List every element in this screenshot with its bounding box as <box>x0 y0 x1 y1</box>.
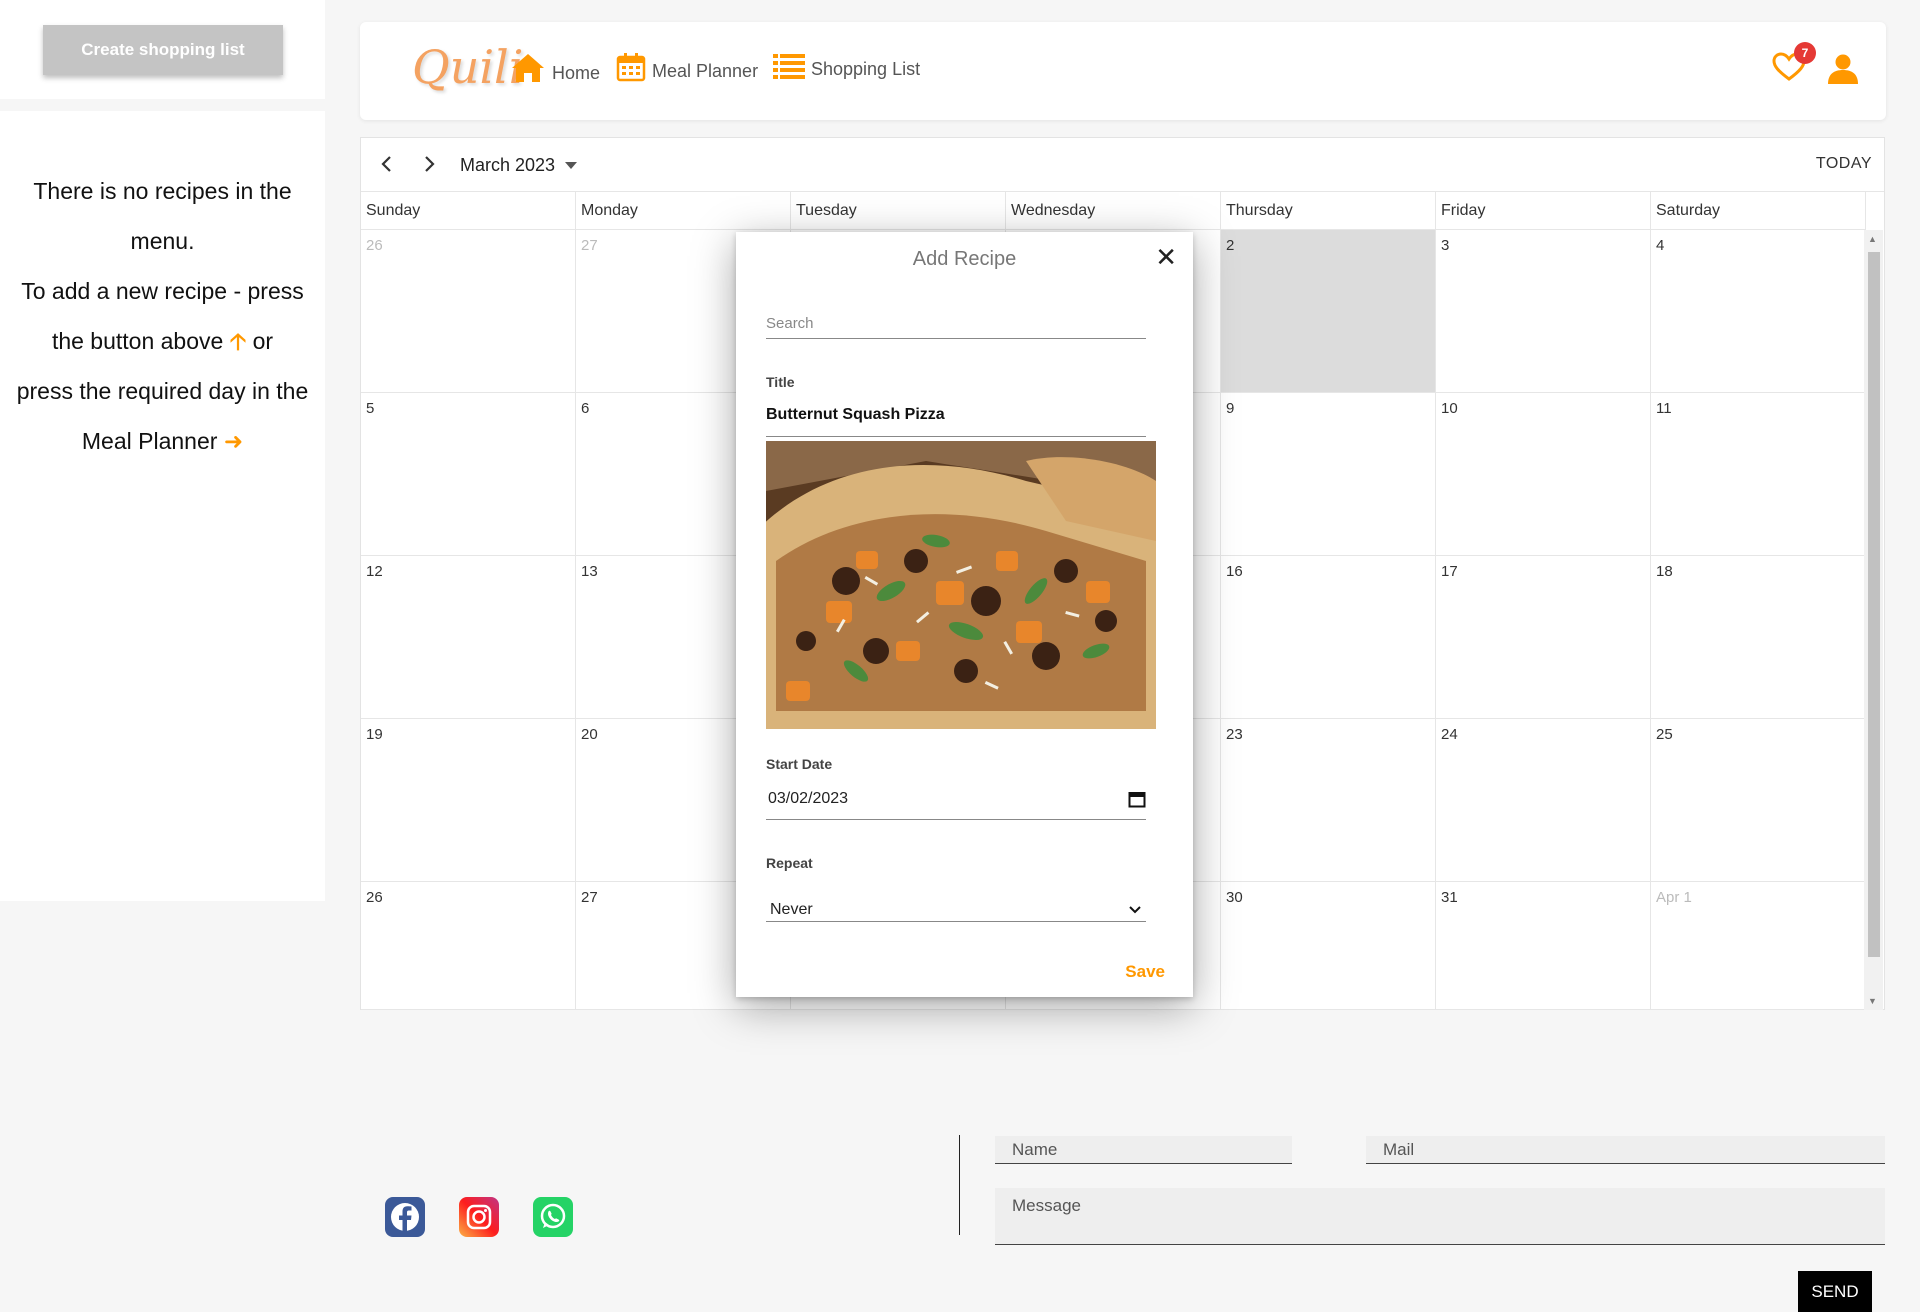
calendar-day-cell[interactable]: 31 <box>1436 882 1651 1010</box>
calendar-day-cell[interactable]: 19 <box>361 719 576 882</box>
weekday-label: Sunday <box>361 192 576 229</box>
message-text: the button above <box>51 328 224 354</box>
sidebar-top: Create shopping list <box>0 0 325 99</box>
message-text: Meal Planner <box>81 428 218 454</box>
dialog-title: Add Recipe <box>912 248 1017 270</box>
favorites-count-badge: 7 <box>1794 42 1816 64</box>
calendar-day-cell[interactable]: 5 <box>361 393 576 556</box>
empty-menu-message: There is no recipes in the menu. To add … <box>10 166 315 466</box>
weekday-label: Saturday <box>1651 192 1866 229</box>
title-label: Title <box>766 374 795 390</box>
instagram-glyph <box>466 1204 492 1230</box>
calendar-day-cell[interactable]: 24 <box>1436 719 1651 882</box>
calendar-day-cell[interactable]: 26 <box>361 882 576 1010</box>
calendar-day-cell-selected[interactable]: 2 <box>1221 230 1436 393</box>
nav-shopping-list-label: Shopping List <box>811 59 921 79</box>
month-selector[interactable]: March 2023 <box>460 155 578 176</box>
repeat-select[interactable]: Never <box>766 898 1146 922</box>
name-input[interactable]: Name <box>995 1136 1292 1164</box>
whatsapp-glyph <box>540 1203 566 1229</box>
weekday-label: Tuesday <box>791 192 1006 229</box>
scroll-up-icon[interactable]: ▲ <box>1868 234 1877 244</box>
calendar-day-cell[interactable]: 16 <box>1221 556 1436 719</box>
calendar-scrollbar[interactable]: ▲ ▼ <box>1864 230 1883 1010</box>
send-button[interactable]: SEND <box>1798 1271 1872 1312</box>
previous-month-button[interactable] <box>375 152 399 176</box>
pizza-image-graphic <box>766 441 1156 729</box>
message-textarea[interactable]: Message <box>995 1188 1885 1245</box>
calendar-day-cell[interactable]: 26 <box>361 230 576 393</box>
create-shopping-list-button[interactable]: Create shopping list <box>43 25 283 75</box>
message-line: Meal Planner ➜ <box>10 416 315 466</box>
weekday-header: Sunday Monday Tuesday Wednesday Thursday… <box>361 192 1866 230</box>
facebook-glyph <box>391 1203 419 1231</box>
home-icon <box>512 54 544 82</box>
add-recipe-dialog: Add Recipe ✕ Search Title Butternut Squa… <box>736 232 1193 997</box>
calendar-day-cell[interactable]: 3 <box>1436 230 1651 393</box>
app-logo[interactable]: Quili <box>412 40 523 94</box>
recipe-image <box>766 441 1156 729</box>
calendar-icon <box>616 53 646 82</box>
nav-home-label: Home <box>552 63 601 83</box>
mail-input[interactable]: Mail <box>1366 1136 1885 1164</box>
calendar-day-cell[interactable]: 12 <box>361 556 576 719</box>
nav-meal-planner-label: Meal Planner <box>652 61 759 81</box>
calendar-toolbar: March 2023 TODAY <box>361 138 1884 192</box>
current-month-label: March 2023 <box>460 155 556 175</box>
repeat-label: Repeat <box>766 855 813 871</box>
calendar-day-cell[interactable]: 30 <box>1221 882 1436 1010</box>
calendar-day-cell[interactable]: 18 <box>1651 556 1866 719</box>
start-date-label: Start Date <box>766 756 833 772</box>
repeat-selected-value: Never <box>770 900 813 918</box>
top-navbar: Quili Home Meal Planner Shopping List 7 <box>360 22 1886 120</box>
recipe-title-field[interactable]: Butternut Squash Pizza <box>766 406 1146 437</box>
scroll-down-icon[interactable]: ▼ <box>1868 996 1877 1006</box>
chevron-left-icon <box>381 156 391 172</box>
recipe-search-input[interactable]: Search <box>766 308 1146 339</box>
calendar-day-cell[interactable]: 25 <box>1651 719 1866 882</box>
close-icon[interactable]: ✕ <box>1155 244 1177 270</box>
message-text: or <box>252 328 274 354</box>
calendar-day-cell[interactable]: 10 <box>1436 393 1651 556</box>
footer-divider <box>959 1135 960 1235</box>
calendar-day-cell[interactable]: Apr 1 <box>1651 882 1866 1010</box>
user-profile-button[interactable] <box>1827 54 1859 89</box>
list-icon <box>773 54 805 79</box>
arrow-right-icon: ➜ <box>223 428 244 454</box>
nav-shopping-list[interactable]: Shopping List <box>773 52 920 80</box>
message-line: To add a new recipe - press <box>21 278 304 304</box>
calendar-day-cell[interactable]: 9 <box>1221 393 1436 556</box>
arrow-up-icon: 🡡 <box>229 328 247 354</box>
weekday-label: Monday <box>576 192 791 229</box>
chevron-right-icon <box>425 156 435 172</box>
calendar-day-cell[interactable]: 23 <box>1221 719 1436 882</box>
chevron-down-icon <box>1129 905 1141 913</box>
calendar-day-cell[interactable]: 4 <box>1651 230 1866 393</box>
message-line: menu. <box>130 228 195 254</box>
message-line: There is no recipes in the <box>33 178 292 204</box>
today-button[interactable]: TODAY <box>1816 155 1872 173</box>
save-button[interactable]: Save <box>1125 962 1165 982</box>
sidebar-panel: There is no recipes in the menu. To add … <box>0 111 325 901</box>
start-date-input[interactable]: 03/02/2023 <box>766 790 1146 820</box>
weekday-label: Thursday <box>1221 192 1436 229</box>
weekday-label: Friday <box>1436 192 1651 229</box>
weekday-label: Wednesday <box>1006 192 1221 229</box>
message-line: press the required day in the <box>16 378 309 404</box>
instagram-icon[interactable] <box>459 1197 499 1237</box>
calendar-picker-icon[interactable] <box>1128 790 1146 808</box>
nav-meal-planner[interactable]: Meal Planner <box>616 52 758 82</box>
calendar-day-cell[interactable]: 11 <box>1651 393 1866 556</box>
user-icon <box>1828 54 1858 84</box>
start-date-value: 03/02/2023 <box>768 790 849 807</box>
calendar-day-cell[interactable]: 17 <box>1436 556 1651 719</box>
nav-home[interactable]: Home <box>510 52 600 84</box>
whatsapp-icon[interactable] <box>533 1197 573 1237</box>
next-month-button[interactable] <box>417 152 441 176</box>
facebook-icon[interactable] <box>385 1197 425 1237</box>
message-line: the button above 🡡 or <box>10 316 315 366</box>
scrollbar-thumb[interactable] <box>1868 252 1880 957</box>
caret-down-icon <box>565 161 578 169</box>
